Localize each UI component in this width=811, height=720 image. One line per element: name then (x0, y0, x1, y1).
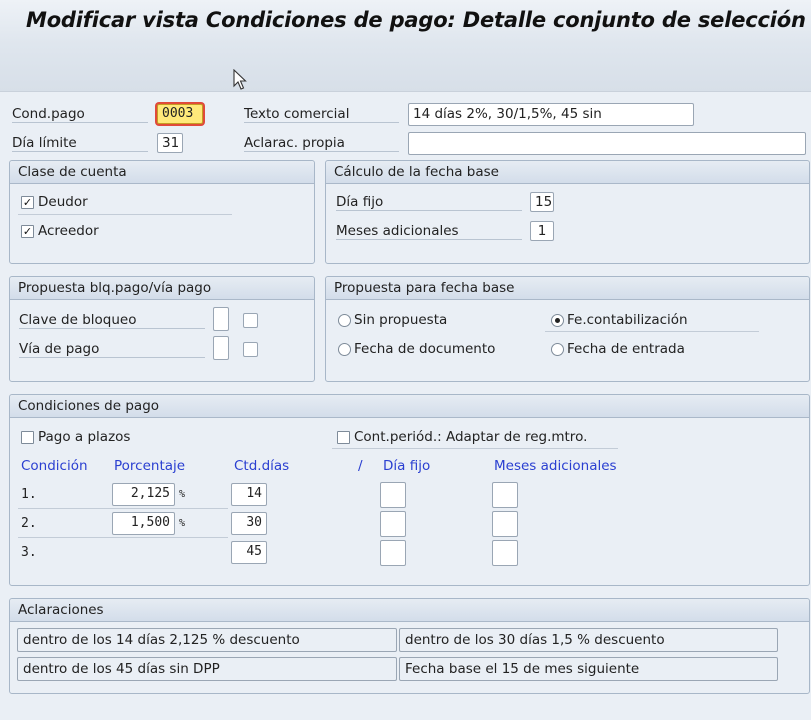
aclaracion-4: Fecha base el 15 de mes siguiente (399, 657, 778, 681)
ctd-dias-field-3[interactable]: 45 (231, 541, 267, 564)
calculo-fecha-base-group: Cálculo de la fecha base (325, 160, 810, 264)
col-header-ctd-dias: Ctd.días (234, 458, 290, 474)
row-divider (18, 537, 228, 538)
dia-fijo-label: Día fijo (336, 194, 522, 211)
texto-comercial-label: Texto comercial (244, 106, 399, 123)
cont-periodica-label: Cont.periód.: Adaptar de reg.mtro. (354, 429, 588, 445)
porcentaje-field-1[interactable]: 2,125 (112, 483, 175, 506)
cond-pago-label: Cond.pago (12, 106, 148, 123)
row-number: 1. (21, 487, 37, 502)
divider (545, 331, 759, 332)
fecha-documento-radio[interactable] (338, 343, 351, 356)
col-header-slash: / (358, 458, 363, 474)
pago-plazos-label: Pago a plazos (38, 429, 131, 445)
dia-fijo-field-2[interactable] (380, 511, 406, 537)
dia-fijo-field[interactable]: 15 (530, 192, 554, 212)
application-toolbar (0, 44, 811, 92)
percent-sign: % (179, 518, 186, 529)
sin-propuesta-label: Sin propuesta (354, 312, 448, 328)
texto-comercial-field[interactable]: 14 días 2%, 30/1,5%, 45 sin (408, 103, 694, 126)
ctd-dias-field-2[interactable]: 30 (231, 512, 267, 535)
fe-contabilizacion-radio[interactable] (551, 314, 564, 327)
cond-pago-field[interactable]: 0003 (157, 104, 203, 124)
clave-bloqueo-field[interactable] (213, 307, 229, 331)
deudor-checkbox[interactable]: ✓ (21, 196, 34, 209)
window-title: Modificar vista Condiciones de pago: Det… (26, 8, 806, 32)
pago-plazos-checkbox[interactable] (21, 431, 34, 444)
meses-field-3[interactable] (492, 540, 518, 566)
acreedor-label: Acreedor (38, 223, 99, 239)
meses-field-2[interactable] (492, 511, 518, 537)
condiciones-pago-title: Condiciones de pago (10, 395, 809, 418)
deudor-label: Deudor (38, 194, 88, 210)
row-number: 3. (21, 545, 37, 560)
porcentaje-field-2[interactable]: 1,500 (112, 512, 175, 535)
ctd-dias-field-1[interactable]: 14 (231, 483, 267, 506)
fecha-entrada-label: Fecha de entrada (567, 341, 685, 357)
propuesta-fecha-base-group: Propuesta para fecha base (325, 276, 810, 382)
title-bar: Modificar vista Condiciones de pago: Det… (0, 0, 811, 44)
row-number: 2. (21, 516, 37, 531)
aclaracion-2: dentro de los 30 días 1,5 % descuento (399, 628, 778, 652)
aclaracion-3: dentro de los 45 días sin DPP (17, 657, 397, 681)
propuesta-fecha-base-title: Propuesta para fecha base (326, 277, 809, 300)
percent-sign: % (179, 489, 186, 500)
propuesta-bloqueo-group: Propuesta blq.pago/vía pago (9, 276, 315, 382)
aclaraciones-title: Aclaraciones (10, 599, 809, 622)
propuesta-bloqueo-title: Propuesta blq.pago/vía pago (10, 277, 314, 300)
aclaracion-1: dentro de los 14 días 2,125 % descuento (17, 628, 397, 652)
col-header-condicion: Condición (21, 458, 88, 474)
col-header-dia-fijo: Día fijo (383, 458, 431, 474)
divider (332, 448, 618, 449)
fecha-documento-label: Fecha de documento (354, 341, 496, 357)
dia-fijo-field-3[interactable] (380, 540, 406, 566)
row-divider (18, 508, 228, 509)
meses-adicionales-label: Meses adicionales (336, 223, 522, 240)
fe-contabilizacion-label: Fe.contabilización (567, 312, 688, 328)
clave-bloqueo-label: Clave de bloqueo (19, 312, 205, 329)
dia-limite-label: Día límite (12, 135, 148, 152)
aclarac-propia-field[interactable] (408, 132, 806, 155)
meses-adicionales-field[interactable]: 1 (530, 221, 554, 241)
clase-cuenta-group: Clase de cuenta (9, 160, 315, 264)
dia-fijo-field-1[interactable] (380, 482, 406, 508)
meses-field-1[interactable] (492, 482, 518, 508)
mouse-cursor-icon (233, 69, 247, 90)
clase-cuenta-title: Clase de cuenta (10, 161, 314, 184)
sin-propuesta-radio[interactable] (338, 314, 351, 327)
col-header-meses-adicionales: Meses adicionales (494, 458, 617, 474)
calculo-fecha-base-title: Cálculo de la fecha base (326, 161, 809, 184)
via-pago-label: Vía de pago (19, 341, 205, 358)
clave-bloqueo-search-button[interactable] (243, 313, 258, 328)
divider (18, 214, 232, 215)
aclarac-propia-label: Aclarac. propia (244, 135, 399, 152)
col-header-porcentaje: Porcentaje (114, 458, 186, 474)
fecha-entrada-radio[interactable] (551, 343, 564, 356)
dia-limite-field[interactable]: 31 (157, 133, 183, 153)
via-pago-field[interactable] (213, 336, 229, 360)
acreedor-checkbox[interactable]: ✓ (21, 225, 34, 238)
cont-periodica-checkbox[interactable] (337, 431, 350, 444)
via-pago-search-button[interactable] (243, 342, 258, 357)
